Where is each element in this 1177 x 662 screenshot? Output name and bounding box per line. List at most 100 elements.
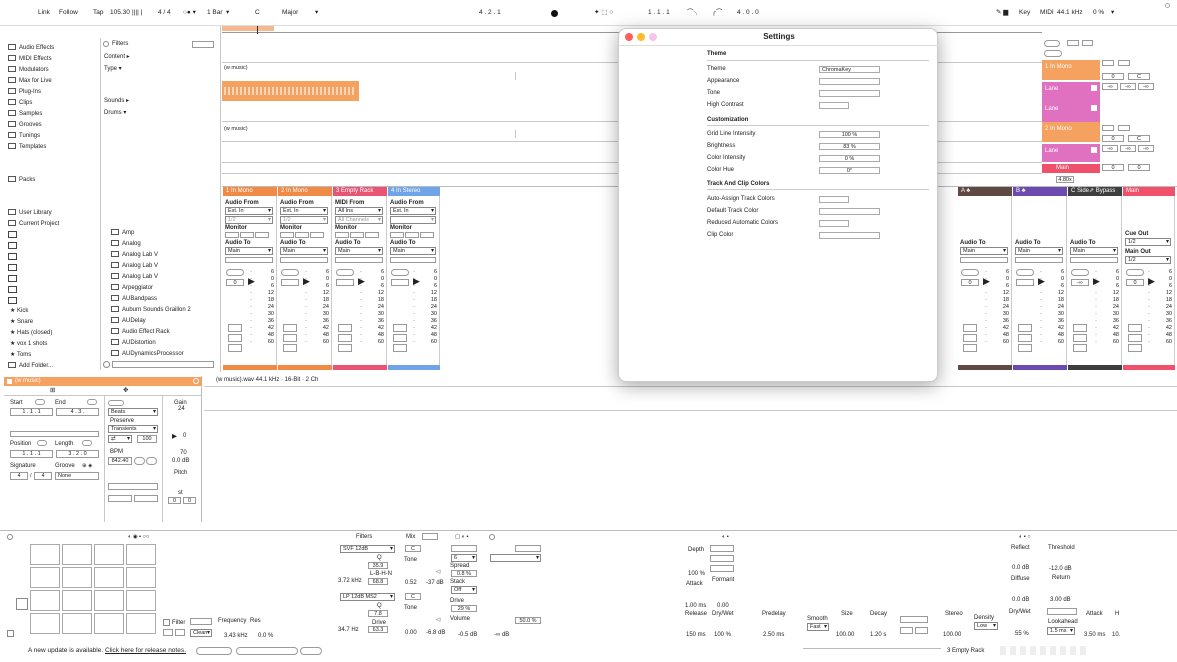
output-select[interactable]: Main: [1070, 247, 1118, 255]
small-field[interactable]: [1082, 40, 1093, 46]
chain-toggle[interactable]: [7, 630, 14, 637]
output-channel-select[interactable]: [335, 257, 383, 263]
arm-button[interactable]: [1073, 344, 1087, 352]
warp-toggle[interactable]: [108, 400, 124, 406]
drywet-value[interactable]: 100 %: [714, 632, 731, 639]
warp-mode-select[interactable]: Beats: [108, 408, 158, 416]
output-channel-select[interactable]: [1015, 257, 1063, 263]
default-color-select[interactable]: [819, 208, 880, 215]
circuit-select[interactable]: Clean: [190, 629, 212, 637]
activator-button[interactable]: [228, 324, 242, 332]
filter-content[interactable]: Content ▸: [104, 54, 130, 61]
status-pill[interactable]: [196, 647, 232, 655]
volume-field[interactable]: 0: [1126, 279, 1144, 286]
clip-color-select[interactable]: [819, 232, 880, 239]
attack2-value[interactable]: 3.50 ms: [1084, 632, 1105, 639]
filter-sounds[interactable]: Sounds ▸: [104, 98, 129, 105]
reduced-colors-toggle[interactable]: [819, 220, 849, 227]
tone1-value[interactable]: 0.52: [405, 580, 417, 587]
browser-item-clips[interactable]: Clips: [8, 99, 32, 106]
solo-button[interactable]: [1018, 334, 1032, 342]
volume-field[interactable]: [1016, 279, 1034, 286]
activator-button[interactable]: [963, 324, 977, 332]
reverb-field[interactable]: [900, 627, 913, 634]
drum-pad[interactable]: [94, 567, 124, 588]
return-value[interactable]: 3.00 dB: [1050, 597, 1071, 604]
browser-item-plug-ins[interactable]: Plug-Ins: [8, 88, 41, 95]
length-field[interactable]: 3 . 2 . 0: [56, 450, 99, 458]
groove-select[interactable]: None: [55, 472, 99, 480]
device-select[interactable]: [490, 554, 541, 562]
formant-value[interactable]: 0.00: [717, 603, 729, 610]
list-item[interactable]: Analog Lab V: [111, 262, 158, 270]
preserve-select[interactable]: Transients: [108, 425, 158, 433]
send-b[interactable]: -∞: [1120, 145, 1136, 152]
drum-pad[interactable]: [126, 590, 156, 611]
zoom-readout[interactable]: 4.80x: [1056, 176, 1074, 183]
track-header-1[interactable]: 1 In Mono: [1042, 60, 1100, 80]
activator-button[interactable]: [1018, 324, 1032, 332]
monitor-off[interactable]: [255, 232, 269, 238]
filter-res[interactable]: 0.0 %: [258, 633, 273, 640]
toggle-pill[interactable]: [1044, 50, 1062, 57]
list-item[interactable]: AUDynamicsProcessor: [111, 350, 184, 358]
browser-item-current-project[interactable]: Current Project: [8, 220, 59, 227]
tempo-field[interactable]: 105.30: [110, 9, 130, 17]
position-field[interactable]: 1 . 1 . 1: [10, 450, 53, 458]
list-item[interactable]: Analog Lab V: [111, 273, 158, 281]
auto-assign-toggle[interactable]: [819, 196, 849, 203]
monitor-in[interactable]: [335, 232, 349, 238]
clip-tab-icon[interactable]: ⊞: [50, 387, 55, 395]
list-item[interactable]: Arpeggiator: [111, 284, 153, 292]
q1-field[interactable]: 35.9: [368, 562, 388, 569]
preserve-amount[interactable]: 100: [137, 435, 157, 443]
track-volume[interactable]: 0: [1102, 135, 1124, 142]
high-contrast-toggle[interactable]: [819, 102, 849, 109]
collection-kick[interactable]: ★ Kick: [10, 307, 28, 314]
lane-header[interactable]: Lane: [1042, 144, 1100, 162]
end-field[interactable]: 4 . 3 .: [56, 408, 99, 416]
browser-item-grooves[interactable]: Grooves: [8, 121, 42, 128]
signature-denominator[interactable]: 4: [34, 472, 52, 480]
filter-frequency[interactable]: 3.43 kHz: [224, 633, 248, 640]
lane-header[interactable]: Lane: [1042, 102, 1100, 122]
output-select[interactable]: Main: [335, 247, 383, 255]
input-channel-select[interactable]: [390, 216, 436, 224]
track-header-2[interactable]: 2 In Mono: [1042, 122, 1100, 142]
lbhn-field[interactable]: 68.8: [368, 578, 388, 585]
clip-label[interactable]: (w music): [224, 64, 248, 72]
start-field[interactable]: 1 . 1 . 1: [10, 408, 53, 416]
color-hue-field[interactable]: 0°: [819, 167, 880, 174]
device-header-icons[interactable]: ◐ ▪ ○: [1019, 533, 1031, 541]
theme-select[interactable]: ChromaKey: [819, 66, 880, 73]
output-channel-select[interactable]: [1070, 257, 1118, 263]
folder-icon[interactable]: [8, 231, 17, 238]
smooth-select[interactable]: Fast: [807, 623, 829, 631]
solo-button[interactable]: [338, 334, 352, 342]
double-tempo-button[interactable]: [146, 457, 157, 465]
send-c[interactable]: -∞: [1138, 83, 1154, 90]
volume-field[interactable]: 0: [226, 279, 244, 286]
device-header-icons[interactable]: ◐ ◉ ▪ ○○: [128, 533, 149, 541]
track-title-bar[interactable]: C Side⇗ Bypass: [1068, 187, 1122, 196]
track-pan[interactable]: C: [1128, 73, 1150, 80]
monitor-auto[interactable]: [405, 232, 419, 238]
filter1-db[interactable]: -37 dB: [426, 580, 444, 587]
transpose-field[interactable]: 0: [168, 497, 181, 504]
filter-type-select[interactable]: [190, 618, 212, 625]
list-item[interactable]: Auburn Sounds Graillon 2: [111, 306, 191, 314]
output-channel-select[interactable]: [280, 257, 328, 263]
grid-intensity-field[interactable]: 100 %: [819, 131, 880, 138]
release-notes-link[interactable]: Click here for release notes.: [105, 647, 186, 654]
record-mode-icon[interactable]: ○● ▾: [183, 9, 196, 17]
volume-field[interactable]: 0: [961, 279, 979, 286]
clip-title-bar[interactable]: (w music): [4, 377, 202, 386]
set-start-button[interactable]: [35, 399, 45, 405]
spread-field[interactable]: 0.8 %: [451, 570, 477, 577]
loop-controls-icon[interactable]: ✦ ⬚ ○: [594, 9, 613, 17]
follow-button[interactable]: Follow: [59, 9, 78, 17]
browser-item-max-for-live[interactable]: Max for Live: [8, 77, 52, 84]
drywet2-value[interactable]: 55 %: [1015, 631, 1029, 638]
pct-field[interactable]: 50.0 %: [515, 617, 541, 624]
drum-pad[interactable]: [94, 613, 124, 634]
